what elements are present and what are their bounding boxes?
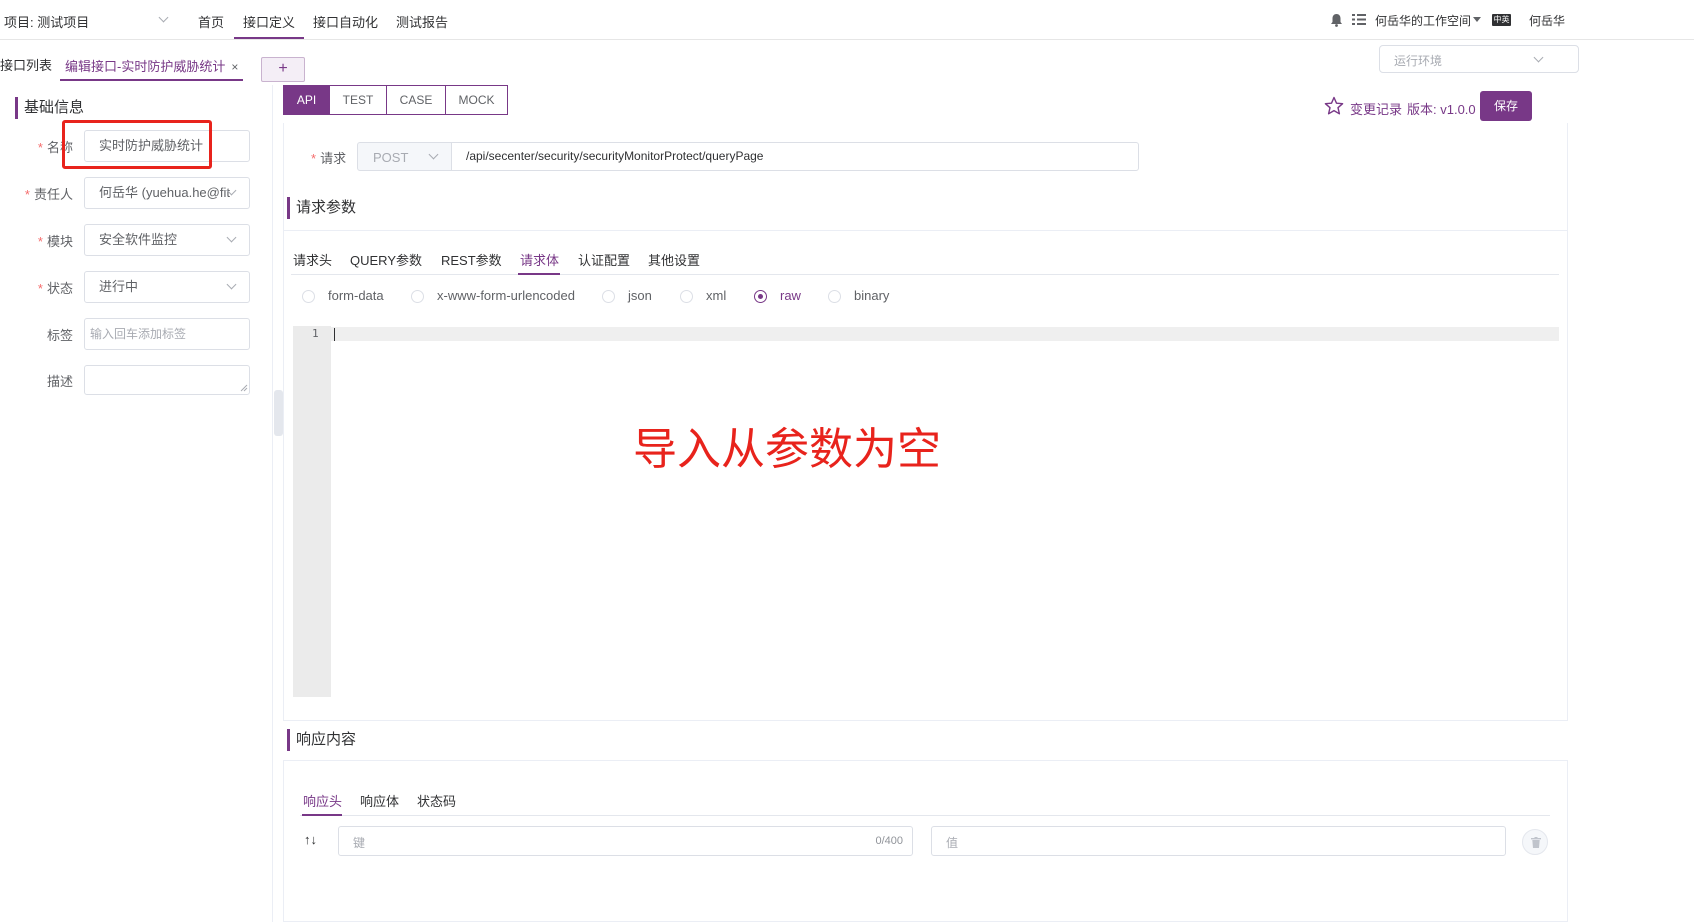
- tab-response-headers[interactable]: 响应头: [303, 791, 342, 810]
- owner-value: 何岳华 (yuehua.he@fit: [99, 185, 230, 200]
- response-tabs-baseline: [300, 815, 1550, 816]
- chevron-down-icon: [428, 149, 439, 160]
- tab-auth-config[interactable]: 认证配置: [578, 250, 630, 269]
- radio-label-urlencoded: x-www-form-urlencoded: [437, 288, 575, 303]
- bell-icon[interactable]: [1330, 13, 1343, 27]
- user-name[interactable]: 何岳华: [1529, 12, 1565, 29]
- line-number: 1: [312, 327, 319, 340]
- status-label: * 状态: [37, 281, 73, 296]
- nav-test-report[interactable]: 测试报告: [396, 12, 448, 31]
- basic-info-title: 基础信息: [15, 97, 84, 119]
- nav-api-automation[interactable]: 接口自动化: [313, 12, 378, 31]
- response-key-input[interactable]: 键 0/400: [338, 826, 913, 856]
- url-input[interactable]: /api/secenter/security/securityMonitorPr…: [451, 142, 1139, 171]
- owner-select[interactable]: 何岳华 (yuehua.he@fit: [84, 177, 250, 209]
- status-value: 进行中: [99, 279, 139, 294]
- top-bar: 项目: 测试项目 首页 接口定义 接口自动化 测试报告 何岳华的工作空间 中英 …: [0, 0, 1694, 40]
- method-select[interactable]: POST: [357, 142, 452, 171]
- mode-api-button[interactable]: API: [283, 85, 330, 115]
- radio-label-raw: raw: [780, 288, 801, 303]
- environment-select[interactable]: 运行环境: [1379, 45, 1579, 73]
- language-icon[interactable]: 中英: [1492, 14, 1511, 26]
- module-select[interactable]: 安全软件监控: [84, 224, 250, 256]
- module-value: 安全软件监控: [99, 232, 178, 247]
- tab-api-list[interactable]: 接口列表: [0, 55, 52, 74]
- save-button[interactable]: 保存: [1480, 91, 1532, 121]
- tab-response-body[interactable]: 响应体: [360, 791, 399, 810]
- chevron-down-icon: [1533, 52, 1544, 63]
- text-cursor: [334, 328, 335, 341]
- panel-divider: [272, 85, 273, 922]
- description-label: 描述: [46, 374, 73, 389]
- response-value-input[interactable]: 值: [931, 826, 1506, 856]
- tab-edit-api[interactable]: 编辑接口-实时防护威胁统计 ×: [65, 56, 238, 75]
- delete-row-button[interactable]: [1522, 829, 1548, 855]
- change-history-link[interactable]: 变更记录: [1350, 99, 1402, 118]
- mode-case-button[interactable]: CASE: [386, 85, 446, 115]
- radio-label-xml: xml: [706, 288, 727, 303]
- value-placeholder: 值: [946, 836, 959, 850]
- radio-label-form-data: form-data: [328, 288, 384, 303]
- status-select[interactable]: 进行中: [84, 271, 250, 303]
- radio-raw[interactable]: [754, 290, 767, 303]
- chevron-down-icon[interactable]: [158, 12, 169, 23]
- sort-icon[interactable]: ↑↓: [304, 832, 317, 847]
- nav-active-underline: [234, 37, 304, 39]
- tab-active-underline: [518, 273, 560, 275]
- nav-home[interactable]: 首页: [198, 12, 224, 31]
- tabs-baseline: [291, 274, 1559, 275]
- module-label: * 模块: [37, 234, 73, 249]
- tab-active-underline: [302, 814, 342, 816]
- workspace-list-icon[interactable]: [1352, 13, 1366, 26]
- tag-input[interactable]: 输入回车添加标签: [84, 318, 250, 350]
- add-tab-button[interactable]: +: [261, 57, 305, 82]
- code-editor[interactable]: [293, 326, 1559, 697]
- tab-request-body[interactable]: 请求体: [520, 250, 559, 269]
- trash-icon: [1531, 837, 1541, 848]
- tab-request-headers[interactable]: 请求头: [293, 250, 332, 269]
- mode-mock-button[interactable]: MOCK: [445, 85, 508, 115]
- tag-label: 标签: [46, 328, 73, 343]
- editor-active-line: [331, 327, 1559, 341]
- environment-placeholder: 运行环境: [1394, 54, 1443, 68]
- radio-binary[interactable]: [828, 290, 841, 303]
- mode-test-button[interactable]: TEST: [329, 85, 387, 115]
- annotation-text: 导入从参数为空: [633, 425, 941, 474]
- nav-api-definition[interactable]: 接口定义: [243, 12, 295, 31]
- request-params-title: 请求参数: [287, 197, 356, 219]
- key-placeholder: 键: [353, 836, 366, 850]
- tag-placeholder: 输入回车添加标签: [90, 327, 187, 341]
- divider: [283, 230, 1568, 231]
- request-label: * 请求: [311, 151, 347, 166]
- star-icon[interactable]: [1324, 96, 1344, 116]
- highlight-box: [62, 120, 212, 169]
- description-textarea[interactable]: [84, 365, 250, 395]
- radio-json[interactable]: [602, 290, 615, 303]
- close-icon[interactable]: ×: [231, 60, 238, 74]
- workspace-name[interactable]: 何岳华的工作空间: [1375, 12, 1471, 29]
- tab-edit-api-label: 编辑接口-实时防护威胁统计: [65, 59, 226, 74]
- project-selector-label[interactable]: 项目: 测试项目: [4, 12, 89, 31]
- caret-down-icon[interactable]: [1473, 17, 1481, 22]
- radio-xml[interactable]: [680, 290, 693, 303]
- version-label: 版本: v1.0.0: [1407, 102, 1476, 117]
- tab-other-settings[interactable]: 其他设置: [648, 250, 700, 269]
- key-char-counter: 0/400: [875, 835, 903, 847]
- radio-label-json: json: [628, 288, 652, 303]
- radio-urlencoded[interactable]: [411, 290, 424, 303]
- owner-label: * 责任人: [24, 187, 73, 202]
- tab-rest-params[interactable]: REST参数: [441, 250, 502, 269]
- tab-active-underline: [60, 79, 243, 81]
- tab-status-code[interactable]: 状态码: [417, 791, 456, 810]
- radio-form-data[interactable]: [302, 290, 315, 303]
- tab-query-params[interactable]: QUERY参数: [350, 250, 422, 269]
- resize-handle-icon[interactable]: [240, 384, 248, 392]
- editor-gutter: [293, 326, 331, 697]
- method-value: POST: [373, 150, 409, 165]
- response-content-title: 响应内容: [287, 729, 356, 751]
- splitter-handle[interactable]: [274, 390, 283, 436]
- radio-label-binary: binary: [854, 288, 890, 303]
